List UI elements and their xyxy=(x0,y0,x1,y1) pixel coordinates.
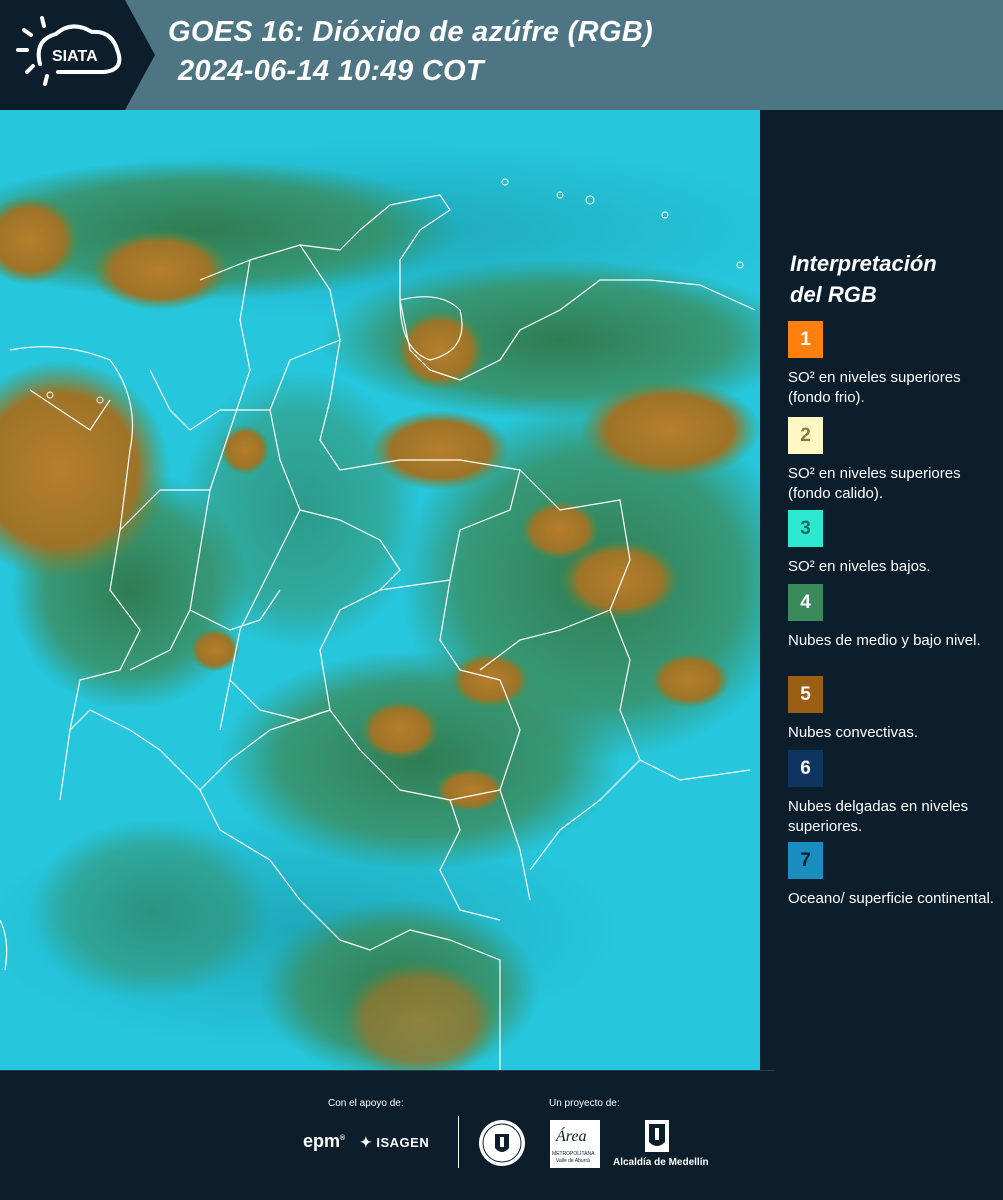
epm-logo: epm® xyxy=(303,1131,346,1151)
metropolitana-sub-text: Valle de Aburrá xyxy=(556,1158,590,1164)
medellin-seal-icon xyxy=(477,1118,527,1173)
metropolitana-text: METROPOLITANA xyxy=(552,1151,595,1157)
legend-item-2: 2 SO² en niveles superiores (fondo calid… xyxy=(788,417,998,504)
legend-swatch-7: 7 xyxy=(788,842,823,879)
legend-label-2: SO² en niveles superiores (fondo calido)… xyxy=(788,465,961,502)
satellite-map-image xyxy=(0,110,760,1070)
legend-swatch-3: 3 xyxy=(788,510,823,547)
epm-logo-text: epm xyxy=(303,1131,341,1151)
project-caption: Un proyecto de: xyxy=(549,1098,620,1109)
area-logo-text: Área xyxy=(556,1128,587,1145)
partner-divider xyxy=(458,1116,459,1168)
isagen-logo-text: ISAGEN xyxy=(376,1135,430,1150)
legend-title-line-2: del RGB xyxy=(790,282,877,307)
legend-item-1: 1 SO² en niveles superiores (fondo frio)… xyxy=(788,321,998,408)
legend-label-1: SO² en niveles superiores (fondo frio). xyxy=(788,369,961,406)
support-caption: Con el apoyo de: xyxy=(328,1098,404,1109)
legend-item-3: 3 SO² en niveles bajos. xyxy=(788,510,998,577)
alcaldia-text: Alcaldía de Medellín xyxy=(613,1157,709,1168)
header-bar: SIATA GOES 16: Dióxido de azúfre (RGB) 2… xyxy=(0,0,1003,110)
legend-label-5: Nubes convectivas. xyxy=(788,724,919,741)
legend-label-7: Oceano/ superficie continental. xyxy=(788,890,994,907)
legend-item-6: 6 Nubes delgadas en niveles superiores. xyxy=(788,750,998,837)
legend-swatch-4: 4 xyxy=(788,584,823,621)
footer-bar: Con el apoyo de: Un proyecto de: epm® ✦ … xyxy=(0,1070,1003,1200)
legend-swatch-2: 2 xyxy=(788,417,823,454)
alcaldia-medellin-logo: Alcaldía de Medellín xyxy=(610,1118,709,1170)
siata-logo: SIATA xyxy=(0,0,155,110)
area-metropolitana-logo: Área METROPOLITANA Valle de Aburrá xyxy=(550,1120,600,1168)
title-line-2: 2024-06-14 10:49 COT xyxy=(178,55,484,87)
legend-swatch-5: 5 xyxy=(788,676,823,713)
legend-item-7: 7 Oceano/ superficie continental. xyxy=(788,842,998,909)
legend-label-6: Nubes delgadas en niveles superiores. xyxy=(788,798,969,835)
isagen-logo: ✦ ISAGEN xyxy=(360,1134,429,1151)
siata-logo-text: SIATA xyxy=(52,48,98,65)
legend-swatch-1: 1 xyxy=(788,321,823,358)
legend-title-line-1: Interpretación xyxy=(790,251,937,276)
isagen-mark-icon: ✦ xyxy=(360,1134,373,1150)
title-line-1: GOES 16: Dióxido de azúfre (RGB) xyxy=(168,16,653,48)
legend-item-4: 4 Nubes de medio y bajo nivel. xyxy=(788,584,998,651)
footer-divider xyxy=(0,1070,775,1071)
legend-label-3: SO² en niveles bajos. xyxy=(788,558,931,575)
legend-item-5: 5 Nubes convectivas. xyxy=(788,676,998,743)
legend-panel: Interpretación del RGB 1 SO² en niveles … xyxy=(760,110,1003,1070)
legend-swatch-6: 6 xyxy=(788,750,823,787)
legend-label-4: Nubes de medio y bajo nivel. xyxy=(788,632,981,649)
legend-title: Interpretación del RGB xyxy=(790,248,990,310)
